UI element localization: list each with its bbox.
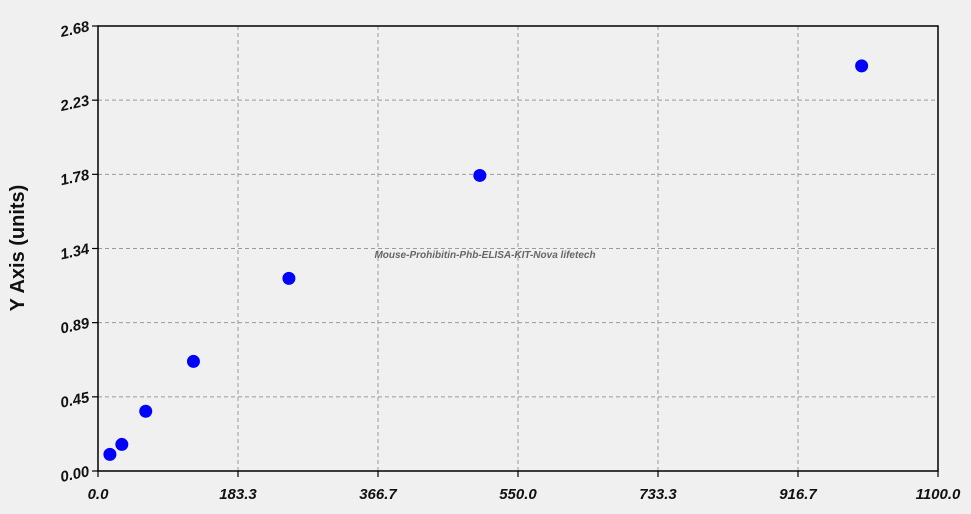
data-point [855, 59, 869, 73]
y-tick-label: 0.00 [59, 463, 92, 486]
x-tick-labels: 0.0 183.3 366.7 550.0 733.3 916.7 1100.0 [88, 486, 961, 503]
data-point [282, 271, 296, 285]
x-tick-label: 366.7 [359, 486, 397, 503]
x-tick-label: 550.0 [499, 486, 537, 503]
x-tick-label: 0.0 [88, 486, 110, 503]
data-point [473, 168, 487, 182]
y-tick-labels: 0.00 0.45 0.89 1.34 1.78 2.23 2.68 [58, 18, 92, 486]
scatter-chart: 0.00 0.45 0.89 1.34 1.78 2.23 2.68 0.0 183.3 366… [7, 18, 961, 503]
chart-annotation: Mouse-Prohibitin-Phb-ELISA-KIT-Nova life… [374, 250, 595, 261]
y-tick-label: 2.23 [58, 92, 92, 115]
x-tick-label: 733.3 [639, 486, 677, 503]
data-point [115, 437, 129, 451]
data-point [103, 447, 117, 461]
data-point [186, 354, 200, 368]
plot-area [97, 25, 939, 472]
x-tick-label: 1100.0 [916, 486, 961, 503]
y-axis-label: Y Axis (units) [7, 185, 29, 312]
y-tick-label: 0.89 [59, 315, 92, 338]
y-tick-label: 1.78 [59, 166, 92, 189]
x-tick-label: 916.7 [779, 486, 817, 503]
y-tick-label: 0.45 [59, 389, 92, 412]
y-tick-label: 1.34 [59, 241, 92, 264]
x-tick-label: 183.3 [219, 486, 257, 503]
y-tick-label: 2.68 [58, 18, 92, 41]
data-point [139, 404, 153, 418]
chart-container: 0.00 0.45 0.89 1.34 1.78 2.23 2.68 0.0 183.3 366… [0, 0, 971, 514]
